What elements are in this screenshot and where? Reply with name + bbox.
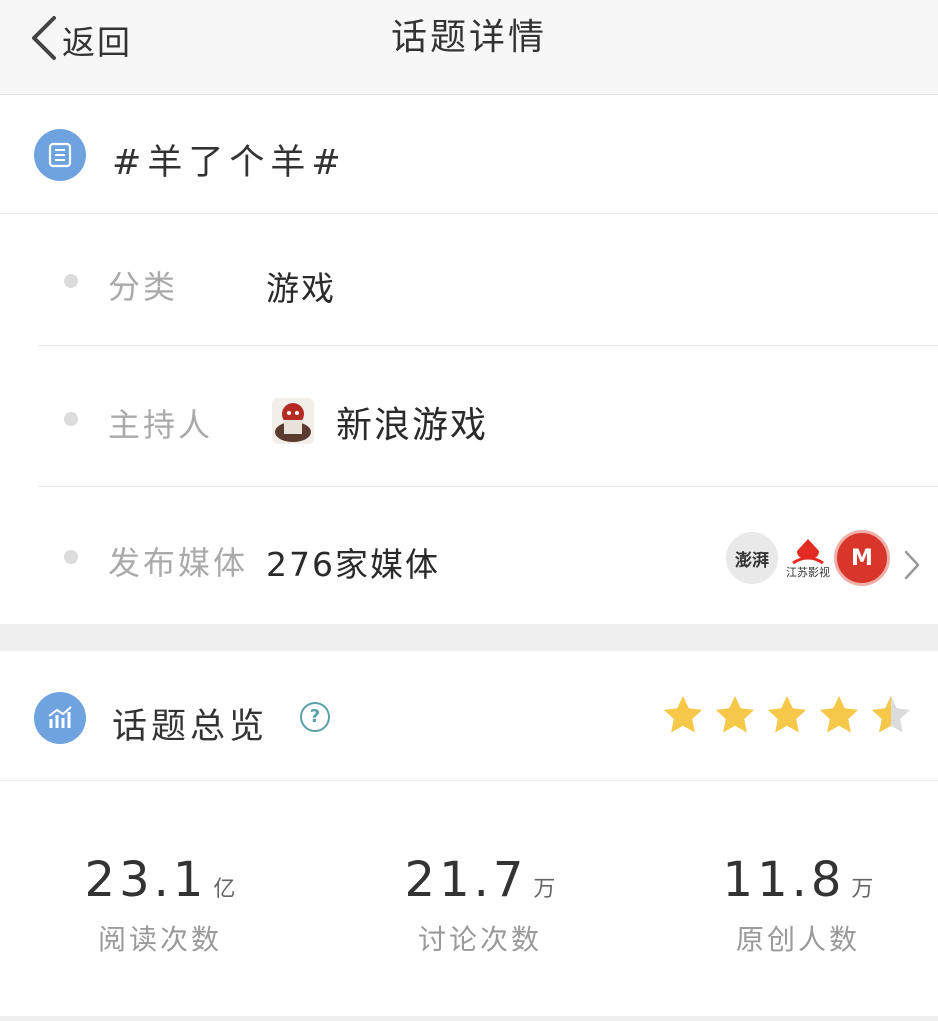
bullet-dot xyxy=(64,412,78,426)
media-label: 发布媒体 xyxy=(108,544,249,582)
bullet-dot xyxy=(64,550,78,564)
stat-value: 23.1 xyxy=(84,852,208,908)
stat-reads: 23.1 亿 阅读次数 xyxy=(20,852,300,958)
media-count: 276家媒体 xyxy=(266,545,440,584)
stat-value: 11.8 xyxy=(722,852,846,908)
stat-original-authors: 11.8 万 原创人数 xyxy=(658,852,938,958)
host-name[interactable]: 新浪游戏 xyxy=(336,396,488,448)
overview-title: 话题总览 xyxy=(112,707,269,747)
help-icon[interactable]: ? xyxy=(300,702,330,732)
half-star-icon xyxy=(871,695,911,733)
host-avatar[interactable] xyxy=(272,398,314,444)
stat-unit: 万 xyxy=(533,877,556,902)
stat-label: 原创人数 xyxy=(735,923,860,956)
topic-name: #羊了个羊# xyxy=(112,143,347,183)
media-logo-jiangsu: 江苏影视 xyxy=(781,528,835,588)
list-icon xyxy=(34,129,86,181)
section-divider xyxy=(0,624,938,651)
page-title: 话题详情 xyxy=(390,17,547,58)
stat-label: 阅读次数 xyxy=(97,923,222,956)
star-icon xyxy=(819,695,859,733)
bottom-divider xyxy=(0,1016,938,1021)
host-label: 主持人 xyxy=(108,406,214,444)
stat-discussions: 21.7 万 讨论次数 xyxy=(340,852,620,958)
stat-unit: 亿 xyxy=(213,877,236,902)
rating-stars xyxy=(660,692,914,738)
category-value: 游戏 xyxy=(266,269,336,308)
media-logo-pengpai: 澎湃 xyxy=(726,532,778,584)
star-icon xyxy=(663,695,703,733)
stat-unit: 万 xyxy=(851,877,874,902)
stat-value: 21.7 xyxy=(404,852,528,908)
stat-label: 讨论次数 xyxy=(417,923,542,956)
star-icon xyxy=(715,695,755,733)
bullet-dot xyxy=(64,274,78,288)
category-label: 分类 xyxy=(108,268,179,306)
media-logo-m4: M xyxy=(834,530,890,586)
chart-icon xyxy=(34,692,86,744)
chevron-right-icon[interactable] xyxy=(902,548,922,586)
star-icon xyxy=(767,695,807,733)
